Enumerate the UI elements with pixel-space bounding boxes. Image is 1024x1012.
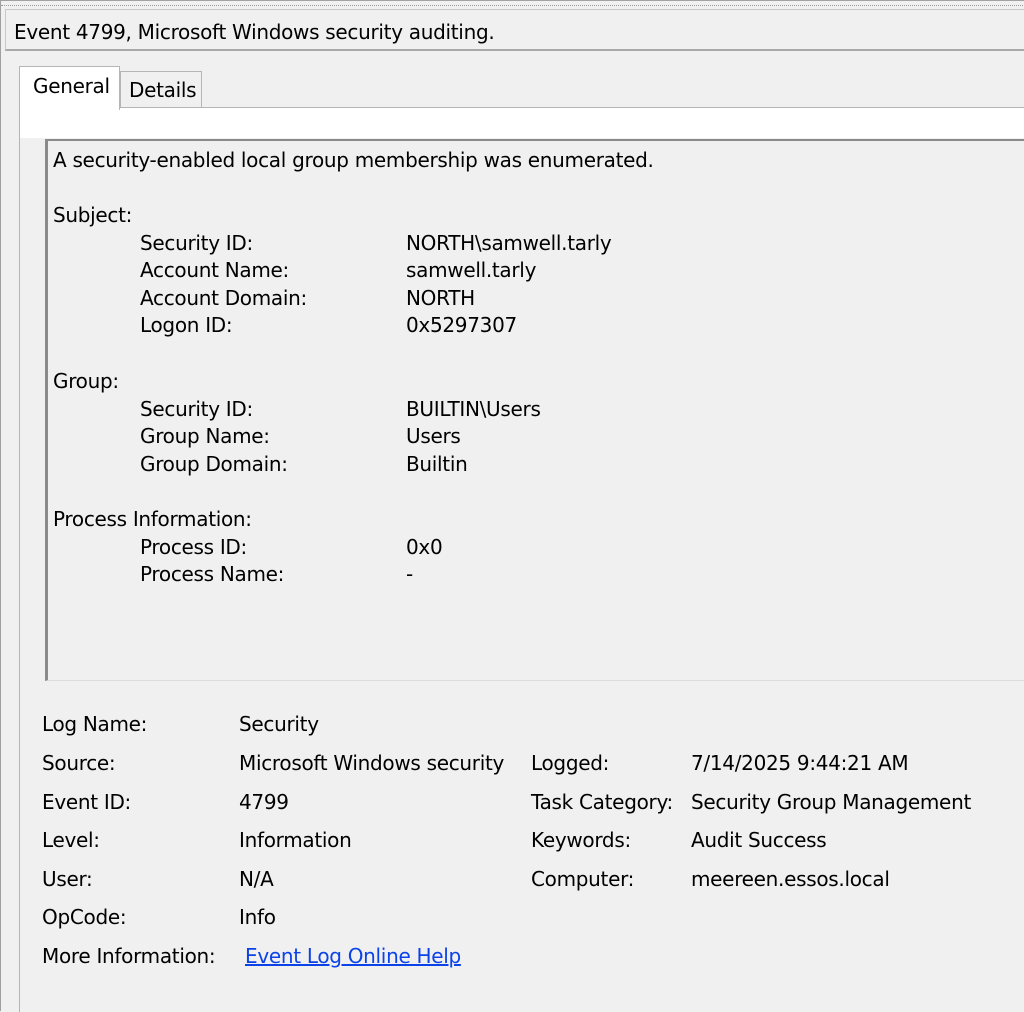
group-name-label: Group Name: <box>140 424 270 448</box>
logged-value: 7/14/2025 9:44:21 AM <box>691 751 909 775</box>
tab-general[interactable]: General <box>19 66 120 110</box>
user-label: User: <box>42 867 93 891</box>
source-label: Source: <box>42 751 116 775</box>
group-name-value: Users <box>406 424 461 448</box>
event-title-bar: Event 4799, Microsoft Windows security a… <box>5 9 1024 51</box>
keywords-value: Audit Success <box>691 828 827 852</box>
event-properties-window: Event 4799, Microsoft Windows security a… <box>0 0 1024 1012</box>
event-log-online-help-link[interactable]: Event Log Online Help <box>245 944 461 968</box>
process-heading: Process Information: <box>53 507 252 531</box>
group-security-id-value: BUILTIN\Users <box>406 397 541 421</box>
keywords-label: Keywords: <box>531 828 631 852</box>
level-label: Level: <box>42 828 100 852</box>
process-id-label: Process ID: <box>140 535 247 559</box>
subject-logon-id-label: Logon ID: <box>140 313 233 337</box>
group-security-id-label: Security ID: <box>140 397 253 421</box>
event-id-label: Event ID: <box>42 790 131 814</box>
logged-label: Logged: <box>531 751 610 775</box>
log-name-label: Log Name: <box>42 712 148 736</box>
tab-general-label: General <box>33 74 110 98</box>
subject-account-name-value: samwell.tarly <box>406 258 537 282</box>
panel-top-strip <box>20 108 1024 138</box>
task-category-value: Security Group Management <box>691 790 971 814</box>
group-heading: Group: <box>53 369 119 393</box>
tab-details[interactable]: Details <box>120 71 202 107</box>
event-title: Event 4799, Microsoft Windows security a… <box>14 20 495 44</box>
event-id-value: 4799 <box>239 790 289 814</box>
process-name-label: Process Name: <box>140 562 285 586</box>
subject-security-id-label: Security ID: <box>140 231 253 255</box>
process-name-value: - <box>406 562 413 586</box>
user-value: N/A <box>239 867 274 891</box>
description-summary: A security-enabled local group membershi… <box>53 148 654 172</box>
more-information-label: More Information: <box>42 944 216 968</box>
task-category-label: Task Category: <box>531 790 673 814</box>
group-domain-value: Builtin <box>406 452 468 476</box>
subject-security-id-value: NORTH\samwell.tarly <box>406 231 612 255</box>
computer-label: Computer: <box>531 867 635 891</box>
opcode-label: OpCode: <box>42 905 127 929</box>
top-divider <box>1 1 1024 6</box>
subject-heading: Subject: <box>53 203 133 227</box>
log-name-value: Security <box>239 712 319 736</box>
computer-value: meereen.essos.local <box>691 867 890 891</box>
process-id-value: 0x0 <box>406 535 443 559</box>
subject-account-domain-label: Account Domain: <box>140 286 307 310</box>
level-value: Information <box>239 828 352 852</box>
subject-account-name-label: Account Name: <box>140 258 289 282</box>
source-value: Microsoft Windows security <box>239 751 505 775</box>
subject-logon-id-value: 0x5297307 <box>406 313 517 337</box>
tab-details-label: Details <box>129 78 197 102</box>
group-domain-label: Group Domain: <box>140 452 288 476</box>
event-description-box[interactable]: A security-enabled local group membershi… <box>45 139 1024 681</box>
opcode-value: Info <box>239 905 276 929</box>
subject-account-domain-value: NORTH <box>406 286 475 310</box>
